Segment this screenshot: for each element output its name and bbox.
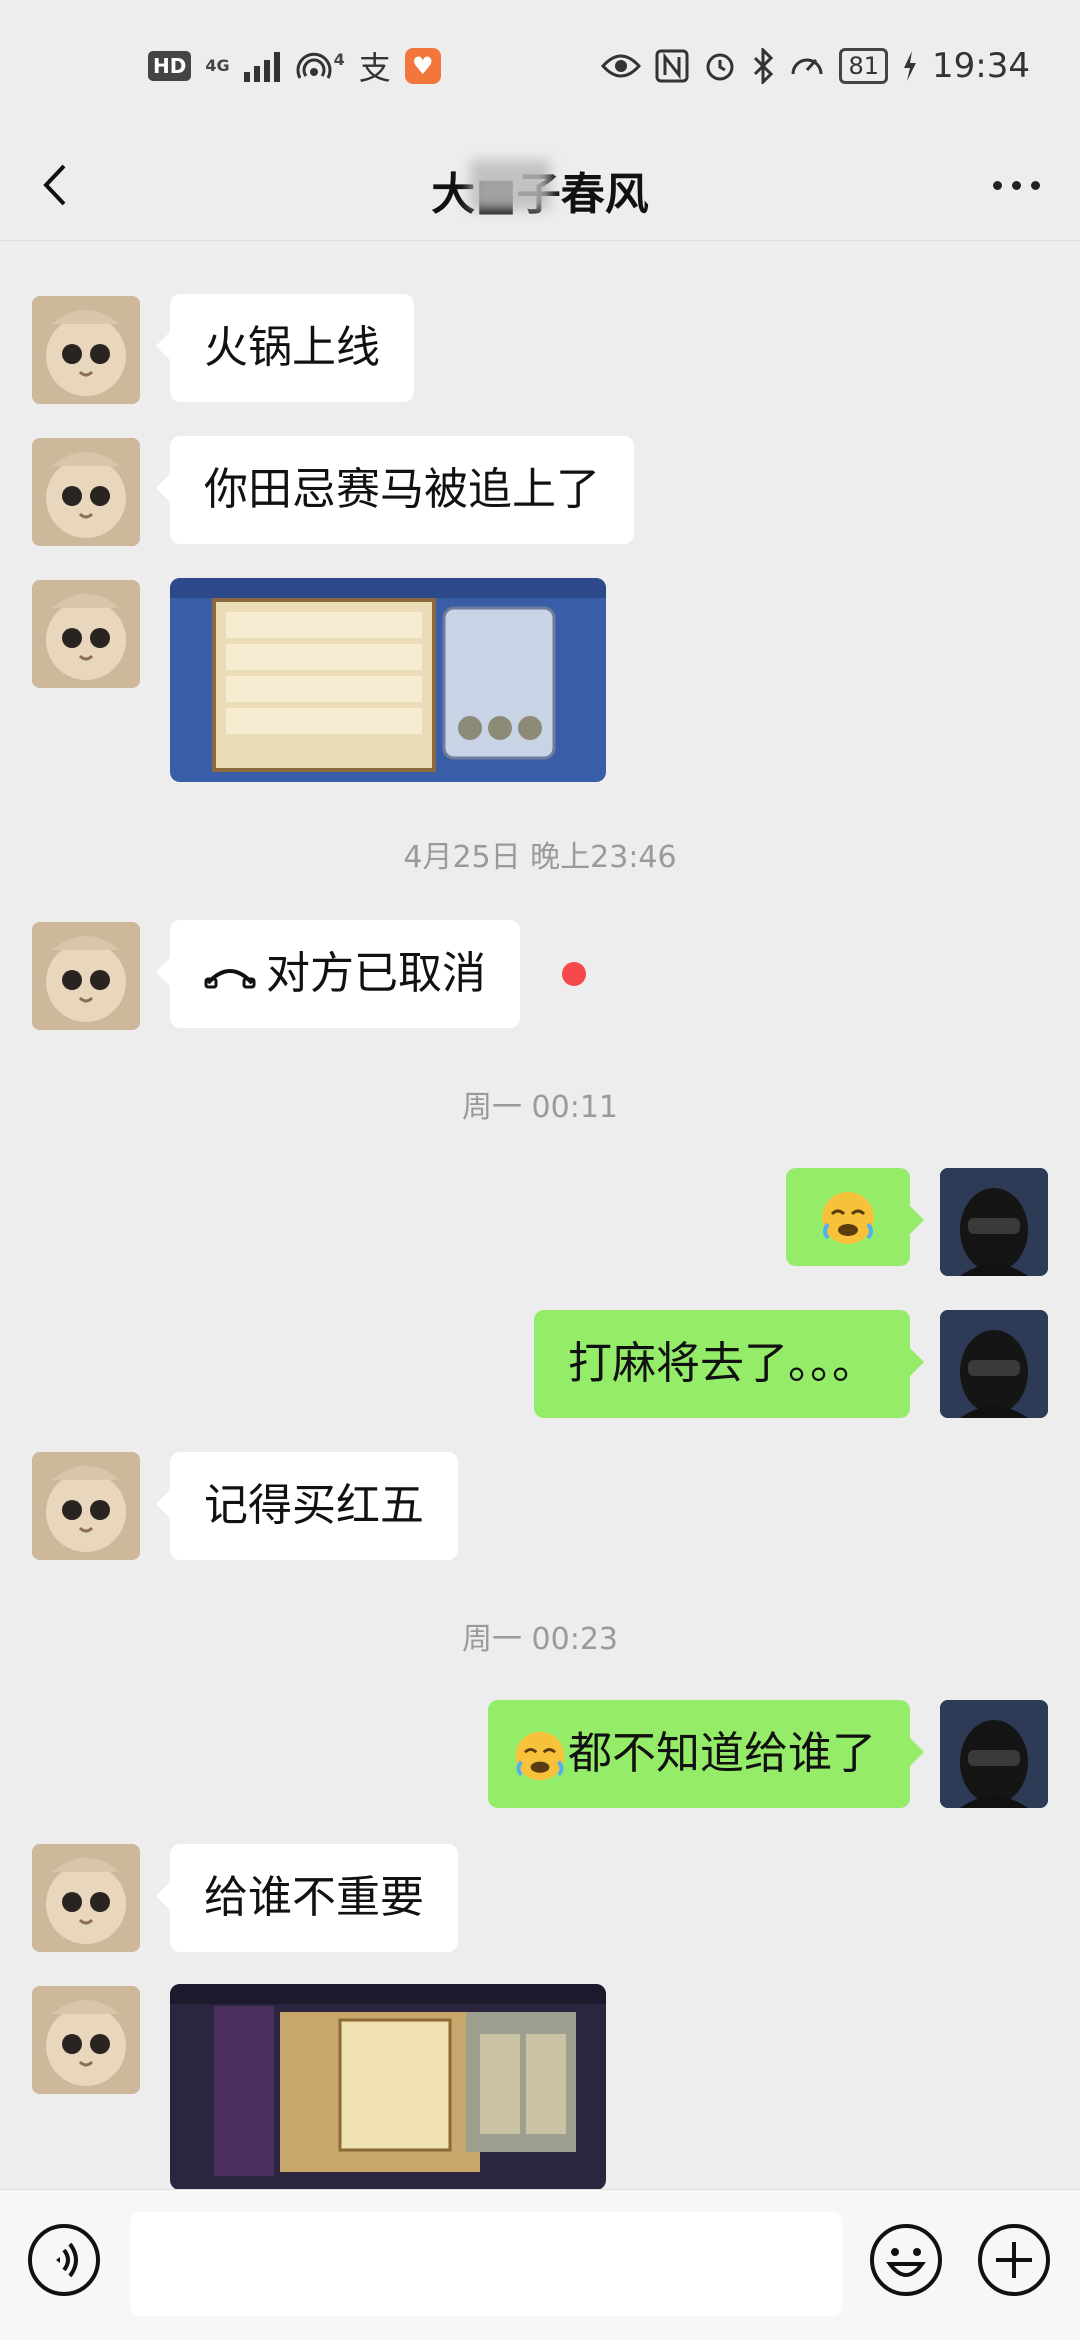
status-time: 19:34 — [932, 46, 1030, 86]
message-text: 都不知道给谁了 — [568, 1728, 876, 1779]
contact-avatar[interactable] — [32, 1452, 140, 1560]
facepalm-emoji — [515, 1731, 565, 1781]
call-status-label: 对方已取消 — [266, 948, 486, 999]
input-bar — [0, 2189, 1080, 2340]
hotspot-icon — [296, 52, 332, 79]
image-message[interactable] — [170, 578, 606, 782]
status-left: HD 4G 4 支 ♥ — [148, 44, 441, 88]
phone-hangup-icon — [204, 969, 256, 989]
outgoing-message[interactable]: 都不知道给谁了 — [488, 1700, 924, 1808]
status-right: 81 19:34 — [601, 40, 1030, 92]
timestamp: 4月25日 晚上23:46 — [403, 840, 677, 875]
eye-icon — [601, 54, 642, 78]
incoming-message[interactable]: 给谁不重要 — [156, 1844, 458, 1952]
health-app-icon: ♥ — [404, 48, 441, 84]
incoming-message[interactable]: 你田忌赛马被追上了 — [156, 436, 634, 544]
facepalm-emoji — [822, 1192, 874, 1244]
outgoing-emoji-message[interactable] — [786, 1168, 924, 1266]
signal-icon — [243, 50, 280, 82]
contact-avatar[interactable] — [32, 1844, 140, 1952]
my-avatar[interactable] — [940, 1310, 1048, 1418]
outgoing-message[interactable]: 打麻将去了。。。 — [534, 1310, 924, 1418]
contact-avatar[interactable] — [32, 296, 140, 404]
unread-dot — [562, 962, 586, 986]
network-type: 4G — [205, 56, 230, 75]
timestamp: 周一 00:11 — [462, 1090, 618, 1125]
charging-icon — [904, 51, 917, 81]
contact-avatar[interactable] — [32, 438, 140, 546]
contact-avatar[interactable] — [32, 580, 140, 688]
emoji-icon[interactable] — [868, 2222, 944, 2298]
my-avatar[interactable] — [940, 1168, 1048, 1276]
plus-icon[interactable] — [976, 2222, 1052, 2298]
message-input[interactable] — [130, 2212, 842, 2316]
call-record-message[interactable]: 对方已取消 — [156, 920, 520, 1028]
contact-avatar[interactable] — [32, 922, 140, 1030]
timestamp: 周一 00:23 — [462, 1622, 618, 1657]
image-message[interactable] — [170, 1984, 606, 2190]
alipay-icon: 支 — [358, 49, 391, 87]
incoming-message[interactable]: 记得买红五 — [156, 1452, 458, 1560]
more-icon[interactable] — [986, 170, 1046, 200]
alarm-icon — [706, 53, 734, 81]
hd-badge: HD — [148, 51, 192, 81]
my-avatar[interactable] — [940, 1700, 1048, 1808]
bluetooth-icon — [754, 48, 774, 84]
battery-indicator: 81 — [839, 48, 889, 84]
contact-avatar[interactable] — [32, 1986, 140, 2094]
voice-icon[interactable] — [26, 2222, 102, 2298]
nfc-icon — [655, 49, 689, 83]
hotspot-count: 4 — [333, 50, 345, 69]
privacy-blur — [470, 160, 550, 210]
status-bar: HD 4G 4 支 ♥ 81 19:34 — [0, 0, 1080, 130]
incoming-message[interactable]: 火锅上线 — [156, 294, 414, 402]
speed-icon — [791, 58, 823, 75]
